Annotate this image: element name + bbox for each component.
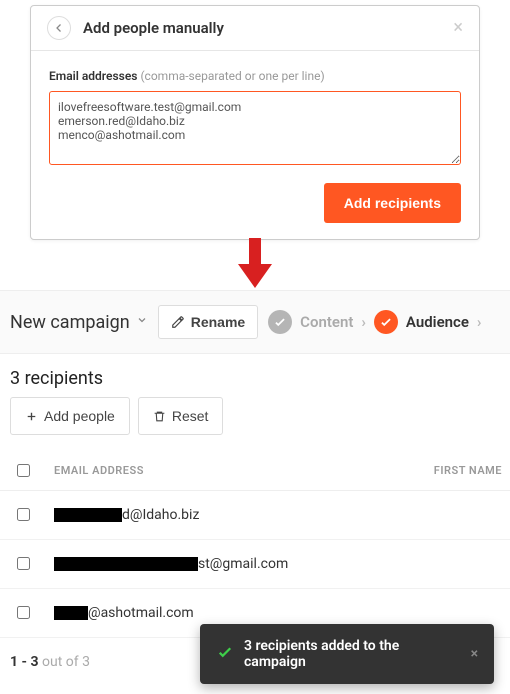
recipients-heading: 3 recipients (0, 354, 510, 397)
redacted-text (54, 606, 88, 620)
rename-label: Rename (191, 314, 245, 330)
pager-total: out of 3 (39, 654, 90, 670)
redacted-text (54, 557, 198, 571)
table-row[interactable]: st@gmail.com (0, 540, 510, 589)
row-email: st@gmail.com (46, 540, 393, 589)
row-checkbox[interactable] (17, 508, 30, 521)
add-people-modal: Add people manually × Email addresses (c… (30, 5, 480, 240)
row-checkbox[interactable] (17, 606, 30, 619)
chevron-right-icon: › (361, 313, 366, 331)
chevron-right-icon: › (477, 313, 482, 331)
wizard-steps: Content › Audience › (268, 310, 481, 334)
modal-header: Add people manually × (31, 6, 479, 51)
check-icon (273, 315, 287, 329)
step-content-icon[interactable] (268, 310, 292, 334)
col-email[interactable]: EMAIL ADDRESS (46, 451, 393, 491)
row-checkbox[interactable] (17, 557, 30, 570)
recipients-table: EMAIL ADDRESS FIRST NAME d@Idaho.bizst@g… (0, 451, 510, 638)
select-all-checkbox[interactable] (17, 464, 30, 477)
table-row[interactable]: d@Idaho.biz (0, 491, 510, 540)
back-button[interactable] (47, 16, 71, 40)
modal-body: Email addresses (comma-separated or one … (31, 51, 479, 239)
chevron-down-icon[interactable] (136, 314, 148, 330)
redacted-text (54, 508, 122, 522)
toast: 3 recipients added to the campaign × (200, 624, 494, 684)
plus-icon (25, 410, 38, 423)
row-email: d@Idaho.biz (46, 491, 393, 540)
trash-icon (153, 410, 166, 423)
email-textarea[interactable] (49, 91, 461, 165)
add-people-label: Add people (44, 408, 115, 424)
email-label: Email addresses (comma-separated or one … (49, 69, 461, 83)
check-icon (379, 315, 393, 329)
pencil-icon (171, 315, 185, 329)
toast-close-icon[interactable]: × (471, 646, 478, 662)
step-content-label[interactable]: Content (300, 313, 353, 331)
reset-button[interactable]: Reset (138, 397, 224, 435)
modal-title: Add people manually (83, 19, 453, 37)
col-first-name[interactable]: FIRST NAME (393, 451, 510, 491)
toast-text: 3 recipients added to the campaign (244, 638, 461, 670)
email-hint: (comma-separated or one per line) (140, 69, 324, 83)
campaign-name[interactable]: New campaign (10, 312, 130, 333)
campaign-header: New campaign Rename Content › Audience › (0, 290, 510, 354)
arrow-down-icon (0, 236, 510, 292)
step-audience-icon[interactable] (374, 310, 398, 334)
rename-button[interactable]: Rename (158, 305, 258, 339)
add-people-button[interactable]: Add people (10, 397, 130, 435)
email-label-text: Email addresses (49, 69, 137, 83)
success-icon (216, 643, 234, 665)
step-audience-label[interactable]: Audience (406, 313, 469, 331)
pager-range: 1 - 3 (10, 654, 39, 670)
recipients-toolbar: Add people Reset (0, 397, 510, 451)
add-recipients-button[interactable]: Add recipients (324, 183, 461, 223)
reset-label: Reset (172, 408, 209, 424)
close-icon[interactable]: × (453, 19, 463, 37)
